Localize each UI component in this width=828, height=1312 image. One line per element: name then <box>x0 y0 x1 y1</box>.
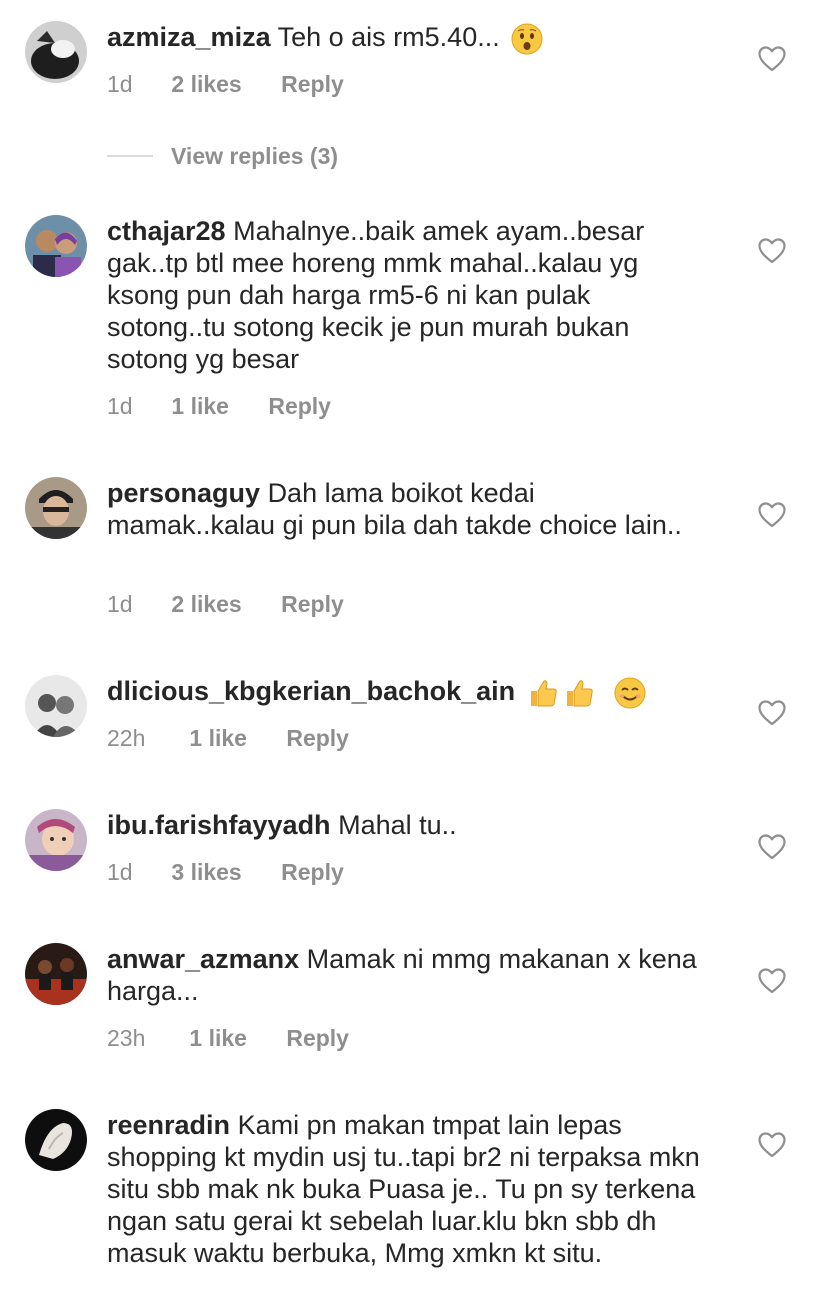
view-replies-button[interactable]: View replies (3) <box>107 141 338 171</box>
heart-icon[interactable] <box>758 968 786 994</box>
comment-username[interactable]: dlicious_kbgkerian_bachok_ain <box>107 676 515 706</box>
heart-icon[interactable] <box>758 238 786 264</box>
comment-likes[interactable]: 1 like <box>189 725 247 752</box>
avatar[interactable] <box>25 215 87 277</box>
avatar[interactable] <box>25 809 87 871</box>
comment-text: personaguy Dah lama boikot kedai mamak..… <box>107 477 707 541</box>
comment-text: dlicious_kbgkerian_bachok_ain <box>107 675 747 709</box>
avatar[interactable] <box>25 1109 87 1171</box>
comment-meta: 23h 1 like Reply <box>107 1025 349 1052</box>
comment-meta: 1d 2 likes Reply <box>107 591 344 618</box>
reply-button[interactable]: Reply <box>281 859 344 886</box>
view-replies-label[interactable]: View replies (3) <box>171 143 338 170</box>
comment-time: 23h <box>107 1025 146 1051</box>
comment-meta: 1d 1 like Reply <box>107 393 331 420</box>
comment-likes[interactable]: 1 like <box>171 393 229 420</box>
heart-icon[interactable] <box>758 46 786 72</box>
comment-username[interactable]: cthajar28 <box>107 216 226 246</box>
comment-time: 1d <box>107 591 133 617</box>
comment-time: 1d <box>107 71 133 97</box>
comment-text: reenradin Kami pn makan tmpat lain lepas… <box>107 1109 707 1269</box>
smiling-face-icon <box>614 677 646 709</box>
thumbs-up-icon <box>563 677 595 709</box>
comment-time: 1d <box>107 859 133 885</box>
comment-likes[interactable]: 2 likes <box>171 71 241 98</box>
comment-time: 22h <box>107 725 146 751</box>
heart-icon[interactable] <box>758 1132 786 1158</box>
comment-likes[interactable]: 2 likes <box>171 591 241 618</box>
comment-time: 1d <box>107 393 133 419</box>
comment-meta: 1d 3 likes Reply <box>107 859 344 886</box>
avatar[interactable] <box>25 675 87 737</box>
heart-icon[interactable] <box>758 834 786 860</box>
avatar[interactable] <box>25 477 87 539</box>
comment-text: anwar_azmanx Mamak ni mmg makanan x kena… <box>107 943 707 1007</box>
reply-button[interactable]: Reply <box>281 71 344 98</box>
comment-text: azmiza_miza Teh o ais rm5.40... <box>107 21 707 55</box>
thumbs-up-icon <box>527 677 559 709</box>
astonished-face-icon <box>511 23 543 55</box>
comment-likes[interactable]: 3 likes <box>171 859 241 886</box>
comment-meta: 22h 1 like Reply <box>107 725 349 752</box>
comment-username[interactable]: ibu.farishfayyadh <box>107 810 331 840</box>
comment-text: cthajar28 Mahalnye..baik amek ayam..besa… <box>107 215 707 375</box>
comment-username[interactable]: personaguy <box>107 478 260 508</box>
comment-text: ibu.farishfayyadh Mahal tu.. <box>107 809 707 841</box>
comment-body: Mahal tu.. <box>338 810 457 840</box>
comment-username[interactable]: azmiza_miza <box>107 22 271 52</box>
comment-likes[interactable]: 1 like <box>189 1025 247 1052</box>
reply-button[interactable]: Reply <box>281 591 344 618</box>
reply-button[interactable]: Reply <box>268 393 331 420</box>
reply-button[interactable]: Reply <box>286 725 349 752</box>
heart-icon[interactable] <box>758 502 786 528</box>
avatar[interactable] <box>25 943 87 1005</box>
divider-line <box>107 155 153 157</box>
reply-button[interactable]: Reply <box>286 1025 349 1052</box>
comment-meta: 1d 2 likes Reply <box>107 71 344 98</box>
comment-body: Teh o ais rm5.40... <box>277 22 500 52</box>
heart-icon[interactable] <box>758 700 786 726</box>
comment-username[interactable]: anwar_azmanx <box>107 944 299 974</box>
comment-username[interactable]: reenradin <box>107 1110 230 1140</box>
avatar[interactable] <box>25 21 87 83</box>
